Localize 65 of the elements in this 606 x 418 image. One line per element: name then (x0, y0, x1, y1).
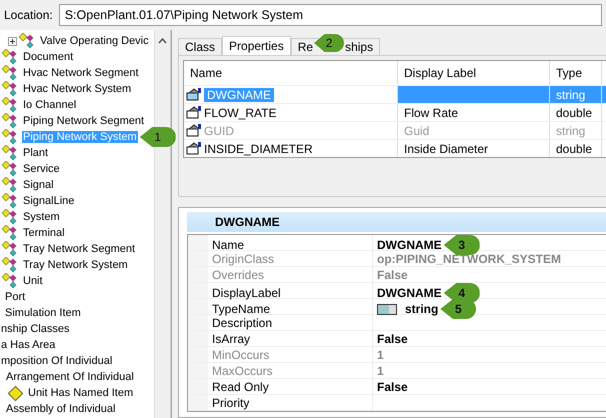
tree-item[interactable]: Tray Network Segment (22, 243, 136, 255)
tree-item[interactable]: Simulation Item (4, 307, 82, 319)
table-cell[interactable]: INSIDE_DIAMETER (204, 142, 313, 156)
property-icon (186, 124, 202, 138)
tree-item[interactable]: System (22, 211, 61, 223)
tree-item[interactable]: Port (4, 291, 26, 303)
property-name: OriginClass (211, 251, 276, 266)
property-value[interactable]: string (405, 302, 438, 316)
location-field[interactable]: S:OpenPlant.01.07\Piping Network System (58, 4, 602, 26)
property-name: MaxOccurs (211, 363, 274, 378)
property-name: Read Only (211, 379, 270, 394)
callout-marker: 3 (444, 235, 480, 255)
property-name: IsArray (211, 331, 252, 346)
tree-item[interactable]: SignalLine (22, 195, 76, 207)
callout-marker: 1 (140, 127, 176, 147)
column-header[interactable]: Display Label (398, 61, 550, 85)
type-icon (377, 304, 397, 314)
tree-item[interactable]: mposition Of Individual (0, 355, 114, 367)
tree-item[interactable]: Signal (22, 179, 55, 191)
tree-item[interactable]: Unit (22, 275, 44, 287)
table-cell[interactable]: FLOW_RATE (204, 106, 276, 120)
tree-item[interactable]: Piping Network Segment (22, 115, 146, 127)
column-header[interactable]: Name (184, 61, 398, 85)
table-cell[interactable]: double (550, 104, 602, 121)
property-name: DisplayLabel (211, 285, 282, 302)
column-header[interactable]: Type (550, 61, 602, 85)
property-icon (186, 106, 202, 120)
property-value[interactable]: False (377, 380, 408, 394)
tab[interactable]: Properties (222, 36, 291, 55)
tree-item[interactable]: Assembly of Individual (5, 403, 116, 415)
table-cell[interactable]: double (550, 140, 602, 157)
table-cell[interactable]: Inside Diameter (398, 140, 550, 157)
property-name: Priority (211, 395, 250, 410)
tab[interactable]: Class (178, 38, 222, 55)
property-name: Description (211, 316, 274, 330)
property-name: Overrides (211, 267, 266, 282)
tree-item[interactable]: Terminal (22, 227, 66, 239)
callout-marker: 2 (314, 34, 344, 52)
tree-item[interactable]: Plant (22, 147, 50, 159)
property-value[interactable]: DWGNAME (377, 238, 442, 252)
property-name: TypeName (211, 301, 272, 318)
tree-item[interactable]: a Has Area (0, 339, 56, 351)
tree-item[interactable]: Arrangement Of Individual (5, 371, 135, 383)
tree-item[interactable]: Io Channel (22, 99, 78, 111)
tree-item[interactable]: Hvac Network Segment (22, 67, 140, 79)
tree-item[interactable]: Service (22, 163, 61, 175)
tree-item[interactable]: Valve Operating Devic (39, 35, 150, 47)
tree-item[interactable]: Unit Has Named Item (27, 387, 134, 399)
table-cell[interactable] (398, 86, 550, 103)
property-icon (186, 88, 202, 102)
property-value[interactable]: DWGNAME (377, 286, 442, 300)
property-value[interactable]: False (377, 332, 408, 346)
table-cell[interactable]: Flow Rate (398, 104, 550, 121)
tree-item[interactable]: Hvac Network System (22, 83, 132, 95)
tree-item[interactable]: Document (22, 51, 74, 63)
scroll-up-icon[interactable] (158, 38, 167, 44)
property-icon (186, 142, 202, 156)
tree-item[interactable]: Tray Network System (22, 259, 129, 271)
callout-marker: 5 (440, 299, 476, 319)
property-grid-header: DWGNAME (187, 212, 606, 232)
property-name: Name (211, 237, 246, 254)
property-name: MinOccurs (211, 347, 270, 362)
expand-icon[interactable] (8, 36, 17, 46)
tree-item[interactable]: nship Classes (0, 323, 70, 335)
location-label: Location: (4, 8, 53, 22)
